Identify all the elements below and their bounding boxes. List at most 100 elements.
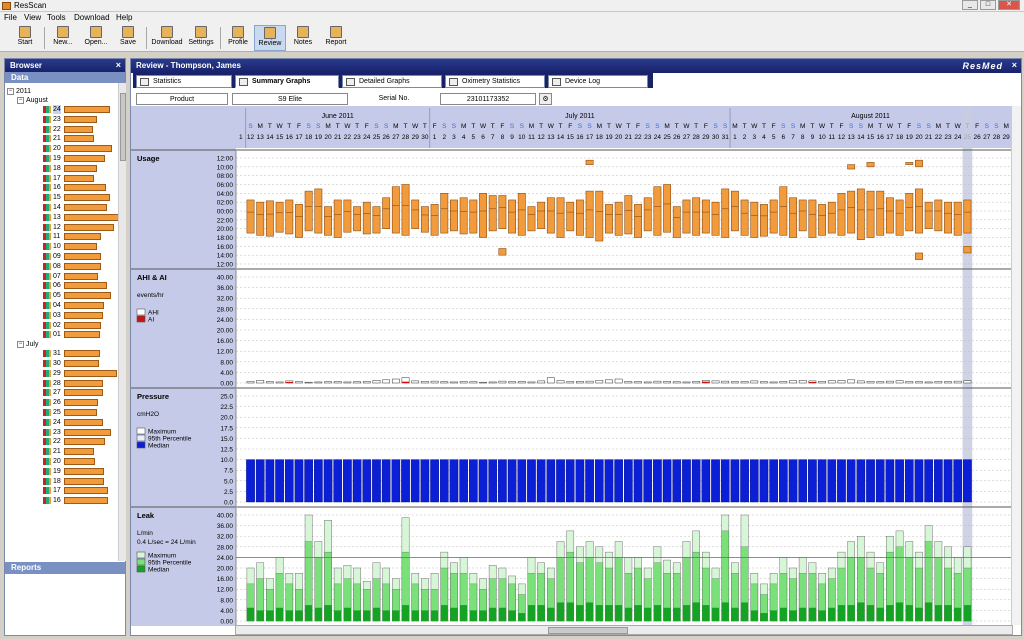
reports-section-header[interactable]: Reports xyxy=(5,562,125,574)
minimize-button[interactable]: _ xyxy=(962,0,978,10)
y-tick-label: 24.00 xyxy=(217,317,234,324)
tree-scroll-thumb[interactable] xyxy=(120,93,126,161)
menu-tools[interactable]: Tools xyxy=(47,13,66,22)
tree-usage-bar xyxy=(64,135,94,143)
save-icon xyxy=(122,26,134,38)
session-graph-icon xyxy=(43,360,51,367)
menu-file[interactable]: File xyxy=(4,13,17,22)
tree-day-label: 23 xyxy=(53,115,61,123)
data-section-header: Data xyxy=(5,72,125,83)
session-graph-icon xyxy=(43,458,51,465)
usage-bar xyxy=(924,201,933,229)
open-button[interactable]: Open... xyxy=(80,25,112,51)
panel-unit: cmH2O xyxy=(137,411,159,418)
chart-vertical-scrollbar[interactable] xyxy=(1011,106,1021,625)
summary-graphs-chart: June 2011 July 2011 August 2011S M T W T F S S M T W… xyxy=(131,106,1011,626)
tree-day-label: 20 xyxy=(53,145,61,153)
tree-month-august[interactable]: − August xyxy=(17,96,48,105)
weekday-label: F xyxy=(975,123,979,130)
day-label: 11 xyxy=(828,134,835,141)
usage-bar xyxy=(605,204,613,234)
tab-device-log[interactable]: Device Log xyxy=(548,75,648,88)
save-button[interactable]: Save xyxy=(114,25,142,51)
pressure-bar xyxy=(430,459,439,503)
pressure-bar xyxy=(449,459,459,503)
tree-day-label: 24 xyxy=(53,418,61,426)
ahi-bar xyxy=(275,381,284,384)
usage-bar xyxy=(711,201,720,236)
pressure-bar xyxy=(749,459,759,503)
weekday-label: W xyxy=(548,123,555,130)
pressure-bar xyxy=(701,459,711,503)
device-settings-icon[interactable]: ⚙ xyxy=(539,93,552,105)
session-graph-icon xyxy=(43,282,51,290)
tree-month-july[interactable]: − July xyxy=(17,340,38,349)
notes-button[interactable]: Notes xyxy=(288,25,318,51)
weekday-label: T xyxy=(694,123,698,130)
menu-help[interactable]: Help xyxy=(116,13,132,22)
chart-scroll-thumb[interactable] xyxy=(548,627,628,634)
pressure-bar xyxy=(565,459,575,503)
day-label: 14 xyxy=(557,134,565,141)
menu-download[interactable]: Download xyxy=(74,13,110,22)
day-label: 12 xyxy=(538,134,546,141)
close-window-button[interactable]: ✕ xyxy=(998,0,1020,10)
session-graph-icon xyxy=(43,350,51,358)
pressure-bar xyxy=(798,459,808,503)
pressure-bar xyxy=(691,459,701,503)
ahi-bar xyxy=(382,379,391,384)
menu-view[interactable]: View xyxy=(24,13,41,22)
profile-button[interactable]: Profile xyxy=(224,25,252,51)
tab-oximetry-statistics[interactable]: Oximetry Statistics xyxy=(445,75,545,88)
usage-bar xyxy=(372,206,381,234)
tree-usage-bar xyxy=(64,213,118,221)
download-button[interactable]: Download xyxy=(150,25,184,51)
ahi-bar xyxy=(450,381,458,384)
settings-icon xyxy=(195,26,207,38)
maximize-button[interactable]: □ xyxy=(980,0,996,10)
tree-day-label: 21 xyxy=(53,135,61,143)
day-label: 8 xyxy=(801,134,805,141)
day-label: 17 xyxy=(295,134,303,141)
weekday-label: T xyxy=(743,123,747,130)
tab-summary-graphs[interactable]: Summary Graphs xyxy=(235,75,339,88)
weekday-label: T xyxy=(898,123,902,130)
ahi-bar xyxy=(915,381,923,384)
leak-median-bar xyxy=(624,607,632,621)
report-button[interactable]: Report xyxy=(320,25,352,51)
usage-bar xyxy=(575,199,584,236)
tree-scrollbar[interactable] xyxy=(118,83,126,561)
data-tree[interactable]: −2011− August 24 23 22 21 20 19 18 17 16 15 14 13 12 11… xyxy=(5,83,118,561)
close-browser-icon[interactable]: × xyxy=(116,60,121,70)
panel-title: Pressure xyxy=(137,392,169,401)
weekday-label: M xyxy=(800,123,805,130)
new-button[interactable]: New... xyxy=(48,25,78,51)
tab-detailed-graphs[interactable]: Detailed Graphs xyxy=(342,75,442,88)
leak-median-bar xyxy=(353,610,361,621)
legend-swatch xyxy=(136,441,146,449)
tree-year[interactable]: −2011 xyxy=(7,87,31,96)
pressure-bar xyxy=(488,459,498,503)
ahi-bar xyxy=(847,379,856,384)
leak-median-bar xyxy=(963,605,972,621)
chart-horizontal-scrollbar[interactable] xyxy=(235,625,1013,635)
settings-button[interactable]: Settings xyxy=(186,25,216,51)
start-button[interactable]: Start xyxy=(8,25,42,51)
review-button[interactable]: Review xyxy=(254,25,286,51)
pressure-bar xyxy=(653,459,662,503)
day-label: 7 xyxy=(791,134,795,141)
ahi-bar xyxy=(672,381,681,384)
tab-statistics[interactable]: Statistics xyxy=(136,75,232,88)
day-label: 13 xyxy=(257,134,265,141)
leak-median-bar xyxy=(401,605,410,621)
pressure-bar xyxy=(372,459,381,503)
usage-bar xyxy=(624,195,633,235)
day-label: 24 xyxy=(363,134,371,141)
close-review-icon[interactable]: × xyxy=(1012,60,1017,70)
session-graph-icon xyxy=(43,487,51,495)
tree-day-label: 31 xyxy=(53,350,61,358)
tree-day-label: 07 xyxy=(53,272,61,280)
usage-bar xyxy=(915,252,923,260)
ahi-bar xyxy=(421,381,429,384)
tree-usage-bar xyxy=(64,409,97,416)
